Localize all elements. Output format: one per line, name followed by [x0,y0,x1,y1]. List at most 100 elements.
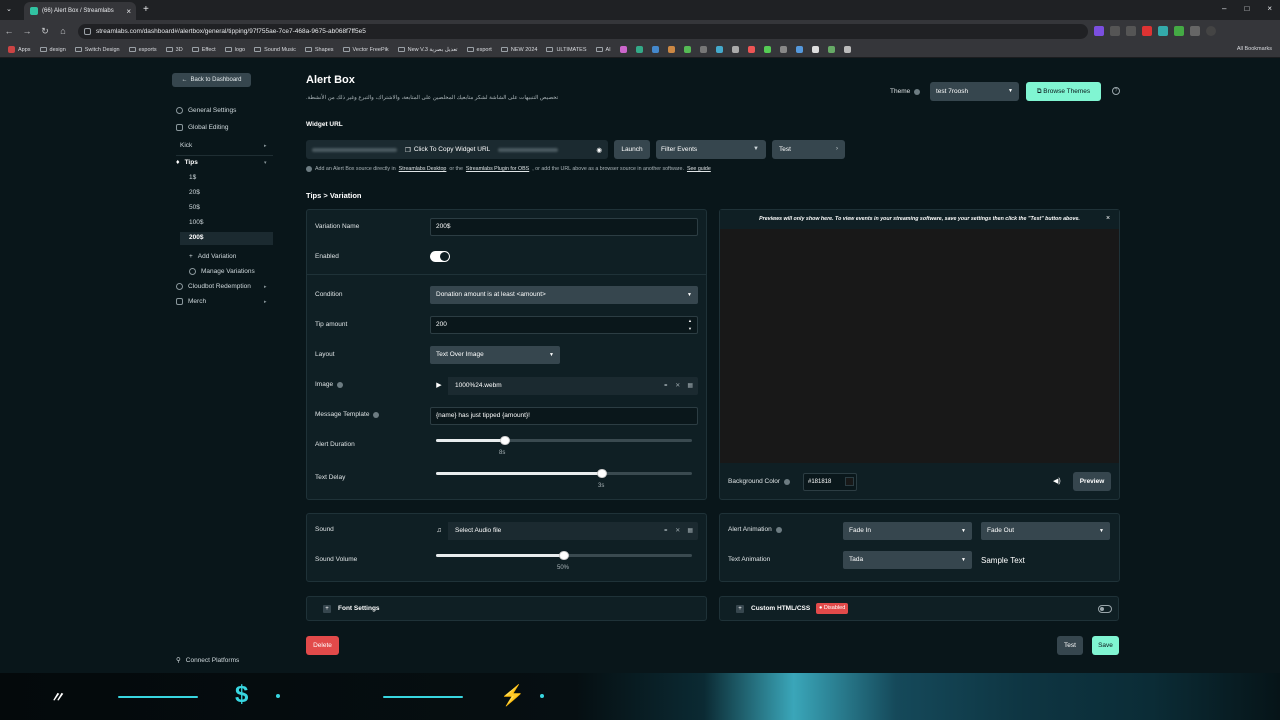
extension-icon[interactable] [1158,26,1168,36]
enabled-toggle[interactable] [430,251,450,262]
sidebar-variation-200[interactable]: 200$ [189,234,203,241]
sidebar-item-general-settings[interactable]: General Settings [176,107,236,114]
bookmark-folder[interactable]: esports [128,47,157,53]
clear-icon[interactable]: ✕ [675,522,680,540]
bookmark-site-icon[interactable] [795,46,803,53]
sidebar-item-global-editing[interactable]: Global Editing [176,124,228,131]
eye-icon[interactable]: ◉ [596,146,602,154]
bookmark-folder[interactable]: logo [224,47,245,53]
sidebar-item-tips[interactable]: ♦ Tips [176,159,198,166]
bookmark-site-icon[interactable] [699,46,707,53]
see-guide-link[interactable]: See guide [687,166,711,172]
slider-handle[interactable] [500,436,511,445]
address-bar[interactable]: streamlabs.com/dashboard#/alertbox/gener… [78,24,1088,39]
info-icon[interactable] [775,526,782,533]
close-icon[interactable]: × [1106,215,1110,222]
extension-icon[interactable] [1174,26,1184,36]
site-info-icon[interactable] [84,28,91,35]
bookmark-folder[interactable]: AI [595,47,611,53]
new-tab-icon[interactable]: + [143,4,149,15]
gallery-icon[interactable]: ▦ [687,522,693,540]
bookmark-site-icon[interactable] [667,46,675,53]
manage-variations-link[interactable]: Manage Variations [189,268,255,275]
clear-icon[interactable]: ✕ [675,377,680,395]
bookmark-folder[interactable]: ULTIMATES [546,47,587,53]
sidebar-variation-20[interactable]: 20$ [189,189,200,196]
bookmark-folder[interactable]: NEW 2024 [500,47,537,53]
browser-tab[interactable]: (66) Alert Box / Streamlabs × [24,2,136,20]
sidebar-variation-100[interactable]: 100$ [189,219,203,226]
extension-icon[interactable] [1142,26,1152,36]
bookmark-site-icon[interactable] [779,46,787,53]
speaker-icon[interactable]: ◀) [1053,477,1061,485]
bookmark-site-icon[interactable] [843,46,851,53]
variation-name-input[interactable]: 200$ [430,218,698,236]
sidebar-item-cloudbot[interactable]: Cloudbot Redemption [176,283,251,290]
delete-button[interactable]: Delete [306,636,339,655]
bookmark-folder[interactable]: Vector FreePik [342,47,389,53]
image-file-picker[interactable]: ▶ 1000%24.webm ⚭ ✕ ▦ [430,377,698,395]
sidebar-variation-1[interactable]: 1$ [189,174,196,181]
test-dropdown[interactable]: Test › [772,140,845,159]
maximize-icon[interactable]: □ [1244,4,1249,13]
bookmark-folder[interactable]: esport [466,47,492,53]
extensions-puzzle-icon[interactable] [1190,26,1200,36]
bookmark-site-icon[interactable] [651,46,659,53]
info-icon[interactable] [784,478,791,485]
bookmark-folder[interactable]: 3D [165,47,183,53]
extension-icon[interactable] [1126,26,1136,36]
preview-button[interactable]: Preview [1073,472,1111,491]
save-button[interactable]: Save [1092,636,1119,655]
bookmark-folder[interactable]: Switch Design [74,47,120,53]
reload-icon[interactable]: ↻ [36,26,54,37]
stepper-icon[interactable]: ▲ ▼ [688,317,692,333]
layout-select[interactable]: Text Over Image ▼ [430,346,560,364]
bookmark-site-icon[interactable] [763,46,771,53]
extension-icon[interactable] [1110,26,1120,36]
add-variation-link[interactable]: + Add Variation [189,253,236,260]
bookmark-folder[interactable]: Effect [191,47,216,53]
animation-out-select[interactable]: Fade Out ▼ [981,522,1110,540]
link-icon[interactable]: ⚭ [663,522,668,540]
bookmark-site-icon[interactable] [635,46,643,53]
custom-css-section[interactable]: + Custom HTML/CSS ● Disabled [719,596,1119,621]
alert-duration-slider[interactable] [436,436,692,445]
bookmark-folder[interactable]: Sound Music [254,47,296,53]
gallery-icon[interactable]: ▦ [687,377,693,395]
extension-icon[interactable] [1094,26,1104,36]
info-icon[interactable] [337,381,344,388]
expand-icon[interactable]: + [323,605,331,613]
connect-platforms-link[interactable]: ⚲ Connect Platforms [176,656,239,665]
close-tab-icon[interactable]: × [126,7,131,16]
text-delay-slider[interactable] [436,469,692,478]
sidebar-item-merch[interactable]: Merch [176,298,206,305]
message-template-input[interactable]: {name} has just tipped {amount}! [430,407,698,425]
info-icon[interactable] [373,411,380,418]
bookmark-site-icon[interactable] [827,46,835,53]
copy-widget-url-field[interactable]: ❐ Click To Copy Widget URL ◉ [306,140,608,159]
condition-select[interactable]: Donation amount is at least <amount> ▼ [430,286,698,304]
minimize-icon[interactable]: – [1222,4,1226,13]
animation-in-select[interactable]: Fade In ▼ [843,522,972,540]
info-icon[interactable] [914,88,921,95]
bookmark-apps[interactable]: Apps [8,46,31,53]
streamlabs-desktop-link[interactable]: Streamlabs Desktop [399,166,447,172]
bookmark-site-icon[interactable] [683,46,691,53]
filter-events-select[interactable]: Filter Events ▼ [656,140,766,159]
bookmark-folder[interactable]: New V.3 تعديل بصرية [397,47,458,53]
back-arrow-icon[interactable]: ← [0,26,18,36]
profile-avatar[interactable] [1206,26,1216,36]
test-button[interactable]: Test [1057,636,1083,655]
bookmark-site-icon[interactable] [715,46,723,53]
obs-plugin-link[interactable]: Streamlabs Plugin for OBS [466,166,529,172]
bookmark-folder[interactable]: Shapes [304,47,334,53]
bookmark-site-icon[interactable] [731,46,739,53]
link-icon[interactable]: ⚭ [663,377,668,395]
custom-css-toggle[interactable] [1098,605,1112,613]
tip-amount-input[interactable]: 200 ▲ ▼ [430,316,698,334]
bookmark-site-icon[interactable] [747,46,755,53]
bookmark-site-icon[interactable] [811,46,819,53]
bookmark-site-icon[interactable] [619,46,627,53]
launch-button[interactable]: Launch [614,140,650,159]
sidebar-item-kick[interactable]: Kick [180,142,192,149]
